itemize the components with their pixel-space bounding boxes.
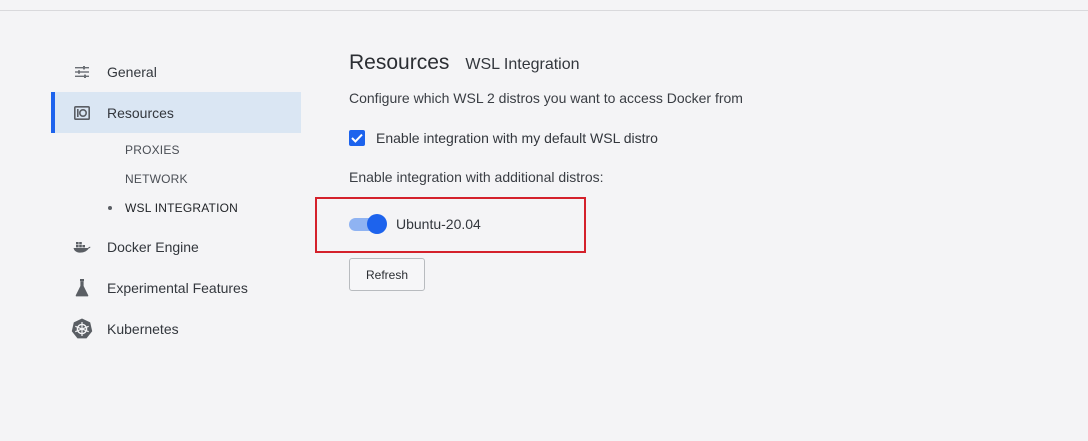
sliders-icon	[71, 61, 93, 83]
sidebar-item-docker-engine[interactable]: Docker Engine	[51, 226, 301, 267]
page-subtitle: WSL Integration	[465, 56, 580, 73]
helm-wheel-icon	[71, 318, 93, 340]
resources-icon	[71, 102, 93, 124]
toggle-thumb	[367, 214, 387, 234]
whale-icon	[71, 236, 93, 258]
subnav-item-proxies[interactable]: PROXIES	[51, 135, 301, 164]
default-distro-checkbox[interactable]	[349, 130, 365, 146]
page-header: Resources WSL Integration	[349, 51, 1049, 81]
window-top-bar	[0, 0, 1088, 11]
sidebar-item-label: General	[107, 63, 157, 80]
sidebar-item-kubernetes[interactable]: Kubernetes	[51, 308, 301, 349]
ubuntu-distro-toggle[interactable]	[349, 214, 387, 234]
refresh-button[interactable]: Refresh	[349, 258, 425, 291]
resources-subnav: PROXIES NETWORK WSL INTEGRATION	[51, 133, 301, 226]
default-distro-option: Enable integration with my default WSL d…	[349, 128, 1049, 148]
sidebar-item-label: Experimental Features	[107, 279, 248, 296]
sidebar-item-experimental-features[interactable]: Experimental Features	[51, 267, 301, 308]
settings-sidebar: General Resources PROXIES NETWORK WSL IN…	[51, 51, 301, 349]
current-bullet-icon	[108, 205, 112, 210]
wsl-integration-panel: Resources WSL Integration Configure whic…	[315, 51, 1049, 291]
subnav-item-label: NETWORK	[125, 171, 188, 186]
sidebar-item-resources[interactable]: Resources	[51, 92, 301, 133]
default-distro-label[interactable]: Enable integration with my default WSL d…	[376, 130, 658, 146]
subnav-item-label: PROXIES	[125, 142, 180, 157]
sidebar-item-label: Docker Engine	[107, 238, 199, 255]
subnav-item-label: WSL INTEGRATION	[125, 200, 239, 215]
sidebar-item-label: Resources	[107, 104, 174, 121]
sidebar-item-label: Kubernetes	[107, 320, 179, 337]
flask-icon	[71, 277, 93, 299]
subnav-item-wsl-integration[interactable]: WSL INTEGRATION	[51, 193, 301, 222]
distro-toggle-row: Ubuntu-20.04	[349, 212, 481, 236]
checkmark-icon	[351, 133, 363, 143]
sidebar-item-general[interactable]: General	[51, 51, 301, 92]
additional-distros-label: Enable integration with additional distr…	[349, 169, 604, 185]
distro-name: Ubuntu-20.04	[396, 216, 481, 232]
page-description: Configure which WSL 2 distros you want t…	[349, 90, 743, 106]
subnav-item-network[interactable]: NETWORK	[51, 164, 301, 193]
page-title: Resources	[349, 51, 450, 74]
